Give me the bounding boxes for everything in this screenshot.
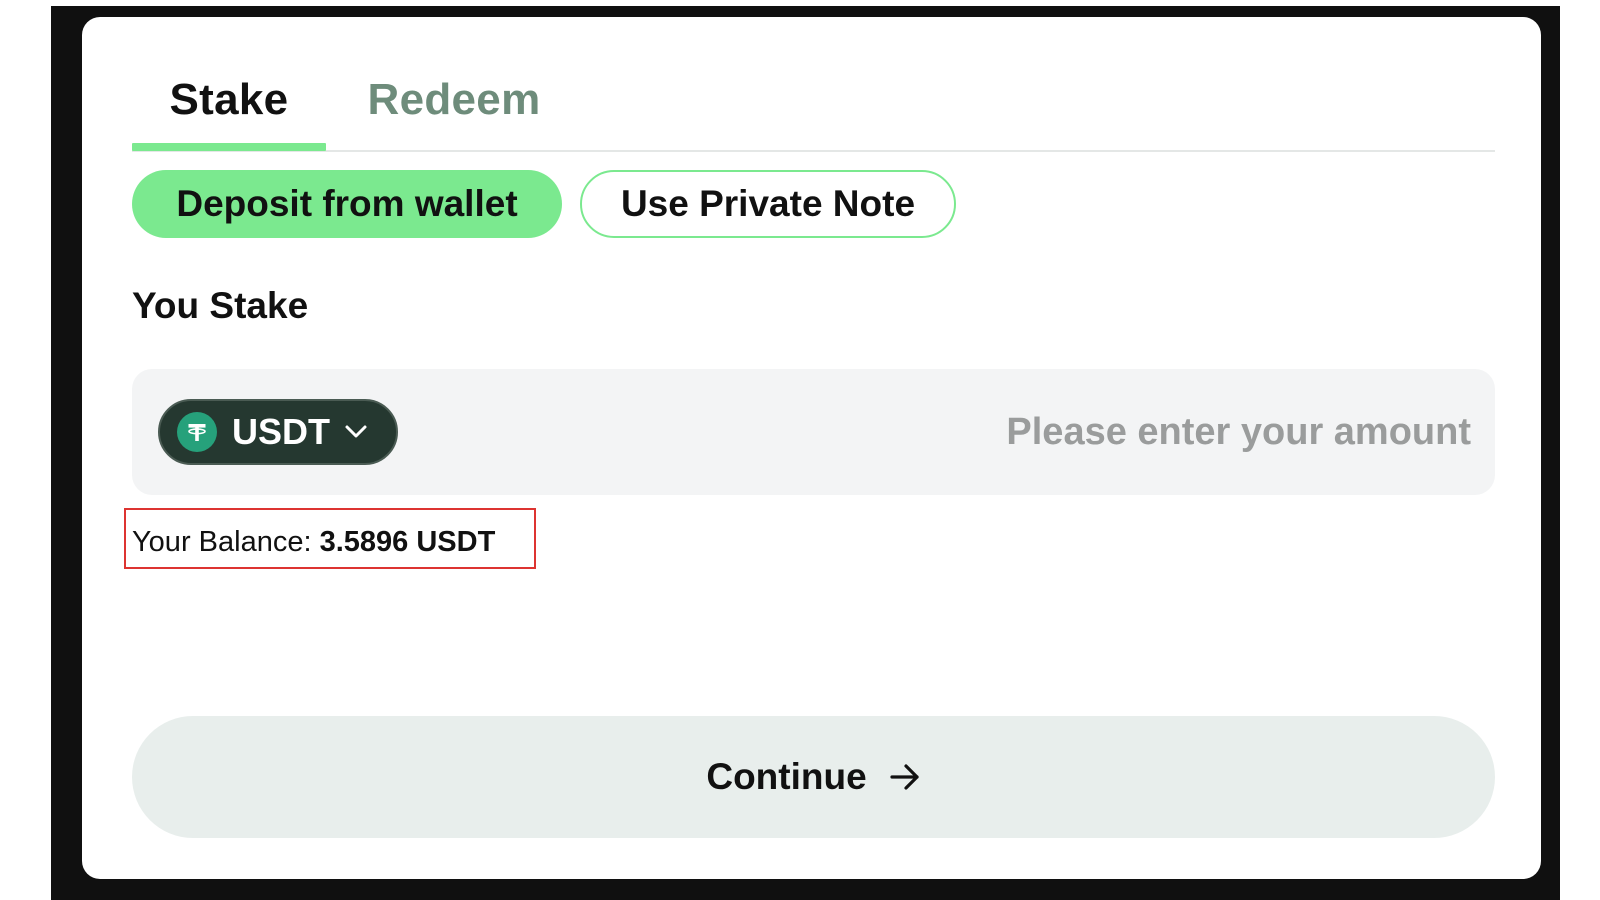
tether-icon: [177, 412, 217, 452]
you-stake-heading: You Stake: [132, 285, 309, 326]
tabs-divider: [132, 150, 1495, 152]
token-symbol: USDT: [232, 411, 330, 452]
continue-button[interactable]: Continue: [132, 716, 1495, 838]
stake-card: Stake Redeem Deposit from wallet Use Pri…: [82, 17, 1541, 879]
use-private-note-button[interactable]: Use Private Note: [580, 170, 956, 238]
stake-input-panel: USDT: [132, 369, 1495, 495]
arrow-right-icon: [889, 763, 921, 791]
balance-display: Your Balance: 3.5896 USDT: [132, 526, 495, 559]
continue-label: Continue: [706, 756, 867, 797]
balance-label: Your Balance:: [132, 526, 312, 558]
deposit-from-wallet-button[interactable]: Deposit from wallet: [132, 170, 562, 238]
active-tab-indicator: [132, 143, 326, 151]
tab-redeem[interactable]: Redeem: [352, 75, 556, 159]
deposit-from-wallet-label: Deposit from wallet: [176, 183, 518, 224]
chevron-down-icon: [344, 424, 368, 440]
use-private-note-label: Use Private Note: [620, 183, 916, 224]
token-select-dropdown[interactable]: USDT: [158, 399, 398, 465]
balance-value: 3.5896 USDT: [319, 526, 496, 558]
amount-input[interactable]: [571, 397, 1471, 467]
